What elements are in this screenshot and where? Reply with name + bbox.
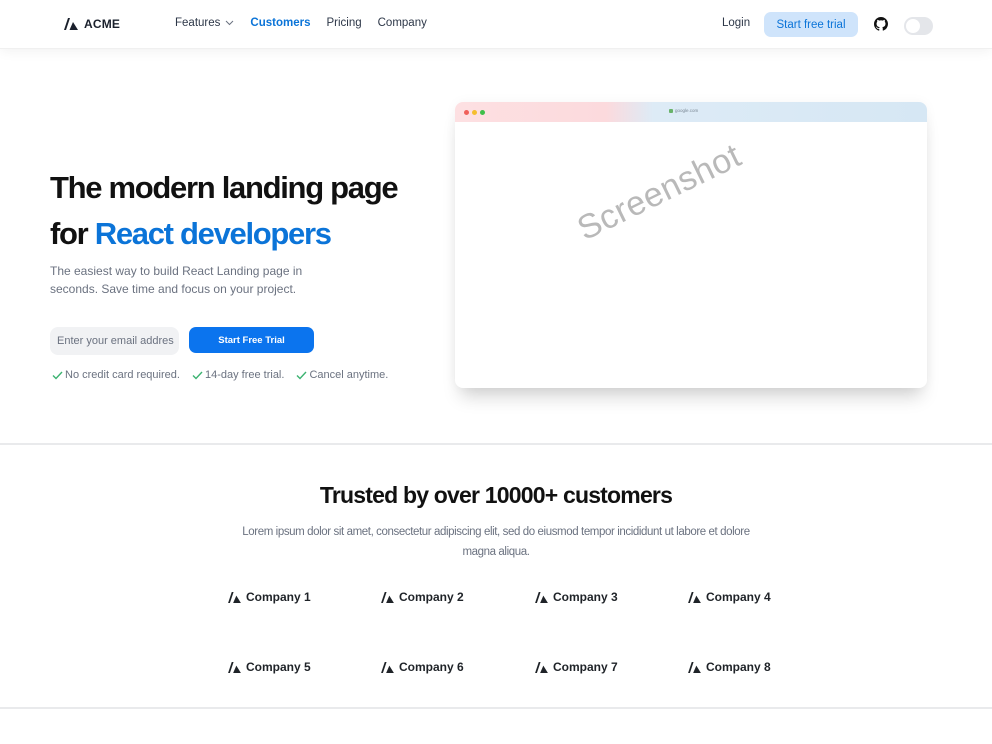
email-input[interactable] — [50, 327, 179, 355]
check-icon — [52, 371, 63, 380]
company-name: Company 1 — [246, 590, 311, 604]
feature-item: Cancel anytime. — [296, 369, 388, 381]
feature-label: 14-day free trial. — [204, 369, 285, 381]
hero-start-free-trial-button[interactable]: Start Free Trial — [189, 327, 314, 353]
screenshot-watermark: Screenshot — [571, 136, 748, 249]
url-text: google.com — [675, 108, 699, 113]
company-logo: Company 3 — [535, 590, 618, 604]
check-icon — [296, 371, 307, 380]
acme-logo-icon — [64, 18, 78, 30]
github-icon[interactable] — [874, 17, 888, 31]
feature-label: No credit card required. — [65, 369, 180, 381]
company-name: Company 8 — [706, 660, 771, 674]
company-logo: Company 7 — [535, 660, 618, 674]
maximize-dot-icon — [480, 110, 485, 115]
toggle-knob — [906, 19, 920, 33]
hero-subtitle: The easiest way to build React Landing p… — [50, 264, 303, 296]
company-name: Company 7 — [553, 660, 618, 674]
hero-title: The modern landing page for React develo… — [50, 165, 399, 257]
site-header: ACME Features Customers Pricing Company … — [0, 0, 992, 49]
close-dot-icon — [464, 110, 469, 115]
company-logo: Company 4 — [688, 590, 771, 604]
company-name: Company 4 — [706, 590, 771, 604]
feature-item: 14-day free trial. — [192, 369, 284, 381]
login-link[interactable]: Login — [722, 17, 750, 29]
hero-title-prefix: for — [50, 216, 95, 251]
company-logo: Company 8 — [688, 660, 771, 674]
company-logo-icon — [228, 591, 241, 603]
nav-company[interactable]: Company — [378, 17, 427, 29]
nav-customers[interactable]: Customers — [250, 17, 310, 29]
company-logo-icon — [381, 591, 394, 603]
start-free-trial-button[interactable]: Start free trial — [764, 12, 858, 37]
company-name: Company 2 — [399, 590, 464, 604]
trusted-title: Trusted by over 10000+ customers — [319, 482, 673, 508]
nav-features-label: Features — [175, 17, 221, 29]
feature-item: No credit card required. — [52, 369, 180, 381]
browser-url: google.com — [669, 108, 698, 113]
company-name: Company 5 — [246, 660, 311, 674]
hero-section: The modern landing page for React develo… — [0, 49, 992, 443]
browser-mockup: google.com Screenshot — [455, 102, 927, 388]
company-logo: Company 1 — [228, 590, 311, 604]
hero-title-line1: The modern landing page — [50, 170, 399, 205]
company-name: Company 6 — [399, 660, 464, 674]
trusted-subtitle: Lorem ipsum dolor sit amet, consectetur … — [242, 526, 750, 558]
feature-list: No credit card required. 14-day free tri… — [52, 369, 388, 381]
browser-titlebar: google.com — [455, 102, 927, 122]
chevron-down-icon — [226, 20, 234, 26]
logo[interactable]: ACME — [64, 17, 120, 31]
minimize-dot-icon — [472, 110, 477, 115]
section-divider — [0, 443, 992, 445]
section-divider — [0, 707, 992, 709]
company-logo-icon — [381, 661, 394, 673]
feature-label: Cancel anytime. — [309, 369, 389, 381]
nav-features[interactable]: Features — [175, 17, 234, 29]
company-logo: Company 6 — [381, 660, 464, 674]
check-icon — [192, 371, 203, 380]
company-logo-icon — [535, 591, 548, 603]
company-logo: Company 5 — [228, 660, 311, 674]
hero-title-accent: React developers — [94, 216, 332, 251]
company-logo: Company 2 — [381, 590, 464, 604]
company-logo-icon — [688, 591, 701, 603]
logo-text: ACME — [84, 17, 121, 31]
company-logo-icon — [228, 661, 241, 673]
main-nav: Features Customers Pricing Company — [175, 17, 443, 29]
lock-icon — [669, 108, 673, 113]
company-logo-icon — [688, 661, 701, 673]
nav-pricing[interactable]: Pricing — [326, 17, 361, 29]
company-name: Company 3 — [553, 590, 618, 604]
theme-toggle[interactable] — [904, 17, 933, 35]
company-logo-icon — [535, 661, 548, 673]
